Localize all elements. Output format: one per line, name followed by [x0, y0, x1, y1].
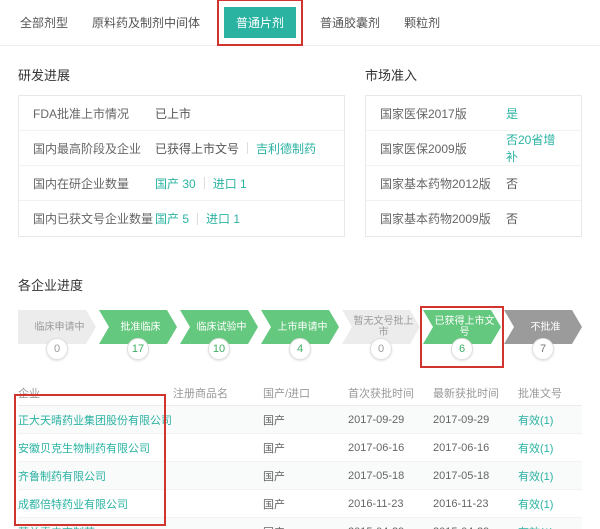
- tab-all-dosage-forms[interactable]: 全部剂型: [20, 14, 68, 31]
- origin-cell: 国产: [263, 412, 348, 428]
- medicare-2017-value[interactable]: 是: [506, 105, 518, 122]
- step-license-obtained[interactable]: 已获得上市文号 6: [423, 310, 501, 360]
- company-table-header: 企业 注册商品名 国产/进口 首次获批时间 最新获批时间 批准文号: [18, 380, 582, 406]
- essential-2012-label: 国家基本药物2012版: [380, 175, 506, 192]
- header-latest-approval: 最新获批时间: [433, 385, 518, 401]
- tab-granule[interactable]: 颗粒剂: [404, 14, 440, 31]
- market-row-medicare-2017: 国家医保2017版 是: [366, 96, 581, 131]
- first-approval-cell: 2017-05-18: [348, 470, 433, 482]
- step-no-license-marketed-count: 0: [370, 338, 392, 360]
- company-link[interactable]: 正大天晴药业集团股份有限公司: [18, 412, 173, 428]
- tab-api-intermediates[interactable]: 原料药及制剂中间体: [92, 14, 200, 31]
- rd-row-fda-value: 已上市: [155, 105, 191, 122]
- rd-row-in-research-label: 国内在研企业数量: [33, 175, 155, 192]
- header-first-approval: 首次获批时间: [348, 385, 433, 401]
- license-link[interactable]: 有效(1): [518, 412, 578, 428]
- step-clinical-approved[interactable]: 批准临床 17: [99, 310, 177, 360]
- step-not-approved[interactable]: 不批准 7: [504, 310, 582, 360]
- value-divider: [197, 213, 198, 225]
- license-link[interactable]: 有效(1): [518, 496, 578, 512]
- step-clinical-applying-count: 0: [46, 338, 68, 360]
- tab-plain-tablet-active[interactable]: 普通片剂: [224, 7, 296, 38]
- value-divider: [247, 142, 248, 154]
- step-clinical-approved-count: 17: [127, 338, 149, 360]
- rd-progress-title: 研发进展: [18, 65, 582, 84]
- step-no-license-marketed[interactable]: 暂无文号批上市 0: [342, 310, 420, 360]
- table-row: 正大天晴药业集团股份有限公司 国产 2017-09-29 2017-09-29 …: [18, 406, 582, 434]
- licensed-domestic-link[interactable]: 国产 5: [155, 210, 189, 227]
- rd-row-highest-stage: 国内最高阶段及企业 已获得上市文号 吉利德制药: [19, 131, 344, 166]
- table-row: 齐鲁制药有限公司 国产 2017-05-18 2017-05-18 有效(1): [18, 462, 582, 490]
- market-row-essential-2012: 国家基本药物2012版 否: [366, 166, 581, 201]
- licensed-import-link[interactable]: 进口 1: [206, 210, 240, 227]
- latest-approval-cell: 2015-04-29: [433, 526, 518, 529]
- first-approval-cell: 2015-04-29: [348, 526, 433, 529]
- essential-2012-value: 否: [506, 175, 518, 192]
- step-market-applying[interactable]: 上市申请中 4: [261, 310, 339, 360]
- company-link[interactable]: 齐鲁制药有限公司: [18, 468, 173, 484]
- rd-row-in-research-count: 国内在研企业数量 国产 30 进口 1: [19, 166, 344, 201]
- table-row: 葛兰素史克制药 国产 2015-04-29 2015-04-29 有效(1): [18, 518, 582, 529]
- header-trade-name: 注册商品名: [173, 385, 263, 401]
- step-in-clinical-trial-count: 10: [208, 338, 230, 360]
- rd-row-fda-label: FDA批准上市情况: [33, 105, 155, 122]
- latest-approval-cell: 2017-05-18: [433, 470, 518, 482]
- rd-row-highest-stage-value: 已获得上市文号: [155, 140, 239, 157]
- market-row-essential-2009: 国家基本药物2009版 否: [366, 201, 581, 236]
- essential-2009-label: 国家基本药物2009版: [380, 210, 506, 227]
- latest-approval-cell: 2016-11-23: [433, 498, 518, 510]
- drug-detail-page: 全部剂型 原料药及制剂中间体 普通片剂 普通胶囊剂 颗粒剂 研发进展 FDA批准…: [0, 0, 600, 529]
- origin-cell: 国产: [263, 440, 348, 456]
- step-clinical-applying[interactable]: 临床申请中 0: [18, 310, 96, 360]
- license-link[interactable]: 有效(1): [518, 524, 578, 529]
- step-not-approved-count: 7: [532, 338, 554, 360]
- tab-plain-capsule[interactable]: 普通胶囊剂: [320, 14, 380, 31]
- license-link[interactable]: 有效(1): [518, 440, 578, 456]
- dosage-form-tabbar: 全部剂型 原料药及制剂中间体 普通片剂 普通胶囊剂 颗粒剂: [0, 0, 600, 46]
- header-origin: 国产/进口: [263, 385, 348, 401]
- gilead-company-link[interactable]: 吉利德制药: [256, 140, 316, 157]
- market-row-medicare-2009: 国家医保2009版 否20省增补: [366, 131, 581, 166]
- rd-row-licensed-label: 国内已获文号企业数量: [33, 210, 155, 227]
- first-approval-cell: 2017-06-16: [348, 442, 433, 454]
- value-divider: [204, 177, 205, 189]
- company-link[interactable]: 成都倍特药业有限公司: [18, 496, 173, 512]
- company-link[interactable]: 葛兰素史克制药: [18, 524, 173, 529]
- step-license-obtained-count: 6: [451, 338, 473, 360]
- rd-row-licensed-count: 国内已获文号企业数量 国产 5 进口 1: [19, 201, 344, 236]
- table-row: 成都倍特药业有限公司 国产 2016-11-23 2016-11-23 有效(1…: [18, 490, 582, 518]
- step-in-clinical-trial[interactable]: 临床试验中 10: [180, 310, 258, 360]
- rd-row-fda: FDA批准上市情况 已上市: [19, 96, 344, 131]
- first-approval-cell: 2017-09-29: [348, 414, 433, 426]
- progress-steps: 临床申请中 0 批准临床 17 临床试验中 10 上市申请中 4 暂无文号批上市…: [18, 310, 582, 360]
- market-access-title: 市场准入: [365, 65, 417, 84]
- origin-cell: 国产: [263, 496, 348, 512]
- medicare-2009-value[interactable]: 否20省增补: [506, 131, 567, 165]
- in-research-domestic-link[interactable]: 国产 30: [155, 175, 196, 192]
- in-research-import-link[interactable]: 进口 1: [213, 175, 247, 192]
- company-table: 企业 注册商品名 国产/进口 首次获批时间 最新获批时间 批准文号 正大天晴药业…: [18, 380, 582, 529]
- company-progress-title: 各企业进度: [18, 275, 582, 294]
- origin-cell: 国产: [263, 524, 348, 529]
- rd-row-highest-stage-label: 国内最高阶段及企业: [33, 140, 155, 157]
- first-approval-cell: 2016-11-23: [348, 498, 433, 510]
- origin-cell: 国产: [263, 468, 348, 484]
- medicare-2009-label: 国家医保2009版: [380, 140, 506, 157]
- step-market-applying-count: 4: [289, 338, 311, 360]
- rd-progress-panel: FDA批准上市情况 已上市 国内最高阶段及企业 已获得上市文号 吉利德制药 国内…: [18, 95, 345, 237]
- company-link[interactable]: 安徽贝克生物制药有限公司: [18, 440, 173, 456]
- latest-approval-cell: 2017-09-29: [433, 414, 518, 426]
- license-link[interactable]: 有效(1): [518, 468, 578, 484]
- header-license: 批准文号: [518, 385, 578, 401]
- latest-approval-cell: 2017-06-16: [433, 442, 518, 454]
- essential-2009-value: 否: [506, 210, 518, 227]
- company-table-body: 正大天晴药业集团股份有限公司 国产 2017-09-29 2017-09-29 …: [18, 406, 582, 529]
- market-access-panel: 国家医保2017版 是 国家医保2009版 否20省增补 国家基本药物2012版…: [365, 95, 582, 237]
- header-company: 企业: [18, 385, 173, 401]
- table-row: 安徽贝克生物制药有限公司 国产 2017-06-16 2017-06-16 有效…: [18, 434, 582, 462]
- medicare-2017-label: 国家医保2017版: [380, 105, 506, 122]
